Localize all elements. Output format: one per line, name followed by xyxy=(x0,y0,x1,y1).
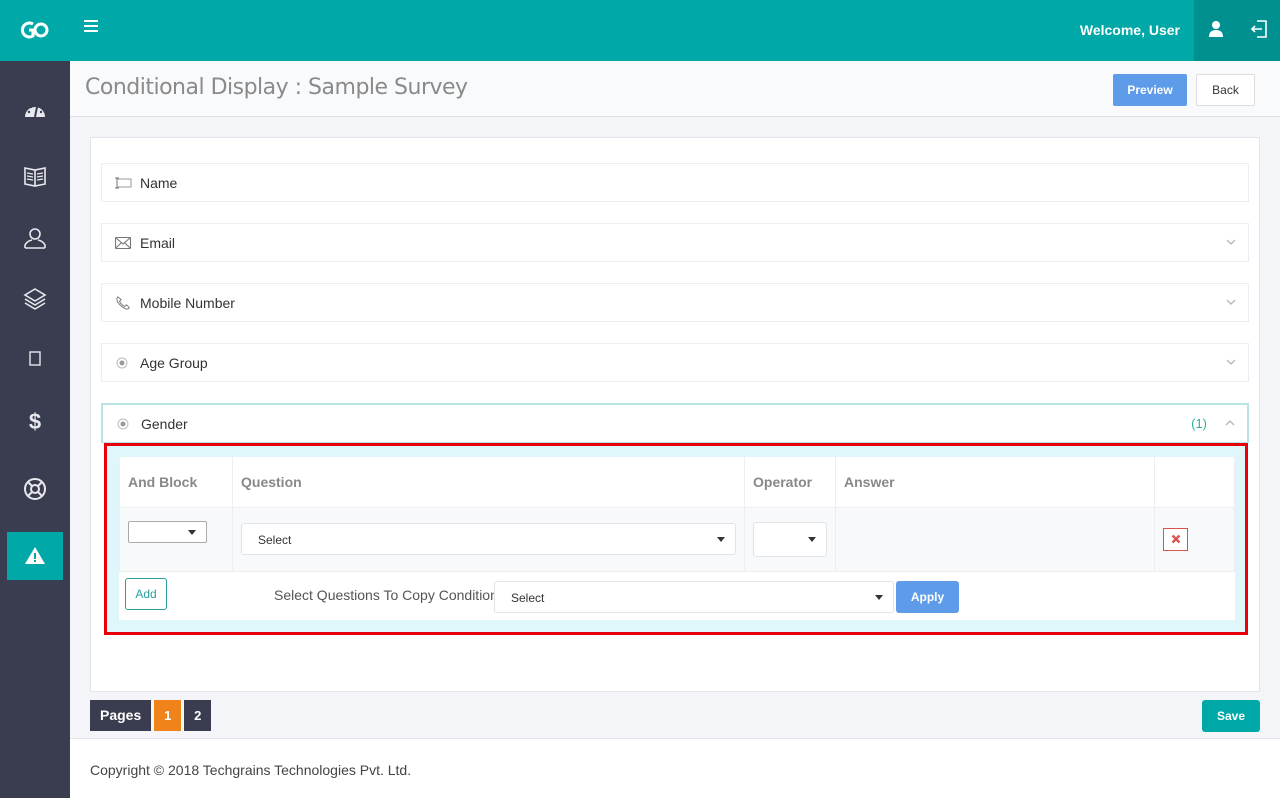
question-label: Age Group xyxy=(140,355,208,371)
copy-conditions-select[interactable]: Select xyxy=(494,581,894,613)
book-icon xyxy=(24,167,46,187)
back-button[interactable]: Back xyxy=(1196,74,1255,106)
content-header: Conditional Display : Sample Survey Prev… xyxy=(70,61,1280,117)
page-button-1[interactable]: 1 xyxy=(154,700,182,731)
dollar-icon: $ xyxy=(29,409,41,433)
column-header-answer: Answer xyxy=(835,457,1155,508)
sidebar-item-conditional-display[interactable] xyxy=(7,532,63,580)
question-cell: Select xyxy=(232,506,745,572)
sidebar-item-billing[interactable]: $ xyxy=(7,397,63,445)
table-header-row: And Block Question Operator Answer xyxy=(119,457,1235,508)
question-select[interactable]: Select xyxy=(241,523,736,555)
conditions-editor: And Block Question Operator Answer Selec… xyxy=(104,443,1248,635)
phone-icon xyxy=(116,296,130,310)
welcome-text: Welcome, User xyxy=(1079,22,1180,38)
question-label: Email xyxy=(140,235,176,251)
question-item-name[interactable]: Name xyxy=(101,163,1249,202)
warning-icon xyxy=(25,547,45,564)
condition-count-badge: (1) xyxy=(1191,416,1207,431)
text-field-icon xyxy=(115,177,132,189)
sidebar-item-dashboard[interactable] xyxy=(7,87,63,135)
logout-icon[interactable] xyxy=(1250,19,1268,39)
delete-condition-button[interactable] xyxy=(1163,527,1188,551)
conditions-table: And Block Question Operator Answer Selec… xyxy=(119,457,1235,572)
copyright-text: Copyright © 2018 Techgrains Technologies… xyxy=(90,762,412,778)
question-item-gender[interactable]: Gender (1) xyxy=(101,403,1249,443)
pages-label: Pages xyxy=(90,700,152,731)
column-header-operator: Operator xyxy=(744,457,836,508)
chevron-down-icon[interactable] xyxy=(1226,358,1236,366)
save-button[interactable]: Save xyxy=(1202,700,1260,732)
user-area xyxy=(1194,0,1280,61)
square-icon xyxy=(29,351,41,366)
chevron-down-icon[interactable] xyxy=(1226,238,1236,246)
apply-button[interactable]: Apply xyxy=(896,581,959,613)
column-header-actions xyxy=(1154,457,1235,508)
radio-icon xyxy=(116,357,128,369)
chevron-down-icon[interactable] xyxy=(1226,298,1236,306)
sidebar: $ xyxy=(0,61,70,798)
caret-down-icon xyxy=(188,530,196,535)
close-icon xyxy=(1171,534,1180,544)
question-select-value: Select xyxy=(258,533,292,547)
page-title: Conditional Display : Sample Survey xyxy=(85,75,468,100)
sidebar-item-support[interactable] xyxy=(7,465,63,513)
and-block-select[interactable] xyxy=(128,521,207,543)
conditions-footer: Add Select Questions To Copy Conditions:… xyxy=(119,572,1235,620)
answer-cell xyxy=(835,506,1155,572)
preview-button[interactable]: Preview xyxy=(1113,74,1187,106)
column-header-and-block: And Block xyxy=(119,457,233,508)
table-row: Select xyxy=(119,506,1235,572)
chevron-up-icon[interactable] xyxy=(1225,419,1235,427)
caret-down-icon xyxy=(717,537,725,542)
question-item-mobile-number[interactable]: Mobile Number xyxy=(101,283,1249,322)
operator-select[interactable] xyxy=(753,521,827,557)
lifebuoy-icon xyxy=(24,478,46,500)
sidebar-item-pages[interactable] xyxy=(7,335,63,383)
question-label: Gender xyxy=(141,416,188,432)
operator-cell xyxy=(744,506,836,572)
footer: Copyright © 2018 Techgrains Technologies… xyxy=(70,738,1280,798)
questions-panel: Name Email Mobile Number Age Group Gende… xyxy=(90,137,1260,692)
user-outline-icon xyxy=(24,228,46,249)
and-block-cell xyxy=(119,506,233,572)
top-bar: Welcome, User xyxy=(0,0,1280,61)
copy-conditions-select-value: Select xyxy=(511,591,545,605)
question-item-age-group[interactable]: Age Group xyxy=(101,343,1249,382)
sidebar-item-surveys[interactable] xyxy=(7,152,63,200)
dashboard-icon xyxy=(25,103,45,118)
question-label: Name xyxy=(140,175,178,191)
caret-down-icon xyxy=(875,595,883,600)
pagination: Pages 1 2 xyxy=(90,700,212,731)
sidebar-item-users[interactable] xyxy=(7,214,63,262)
user-icon[interactable] xyxy=(1208,20,1224,38)
page-button-2[interactable]: 2 xyxy=(184,700,212,731)
copy-conditions-label: Select Questions To Copy Conditions: xyxy=(274,587,509,603)
actions-cell xyxy=(1154,506,1235,572)
radio-icon xyxy=(117,418,129,430)
svg-text:$: $ xyxy=(29,409,41,433)
sidebar-item-layers[interactable] xyxy=(7,275,63,323)
hamburger-icon[interactable] xyxy=(84,20,98,34)
add-condition-button[interactable]: Add xyxy=(125,578,167,610)
envelope-icon xyxy=(114,236,132,250)
column-header-question: Question xyxy=(232,457,745,508)
question-label: Mobile Number xyxy=(140,295,235,311)
question-item-email[interactable]: Email xyxy=(101,223,1249,262)
layers-icon xyxy=(23,288,47,310)
caret-down-icon xyxy=(808,537,816,542)
logo-icon[interactable] xyxy=(20,18,50,42)
